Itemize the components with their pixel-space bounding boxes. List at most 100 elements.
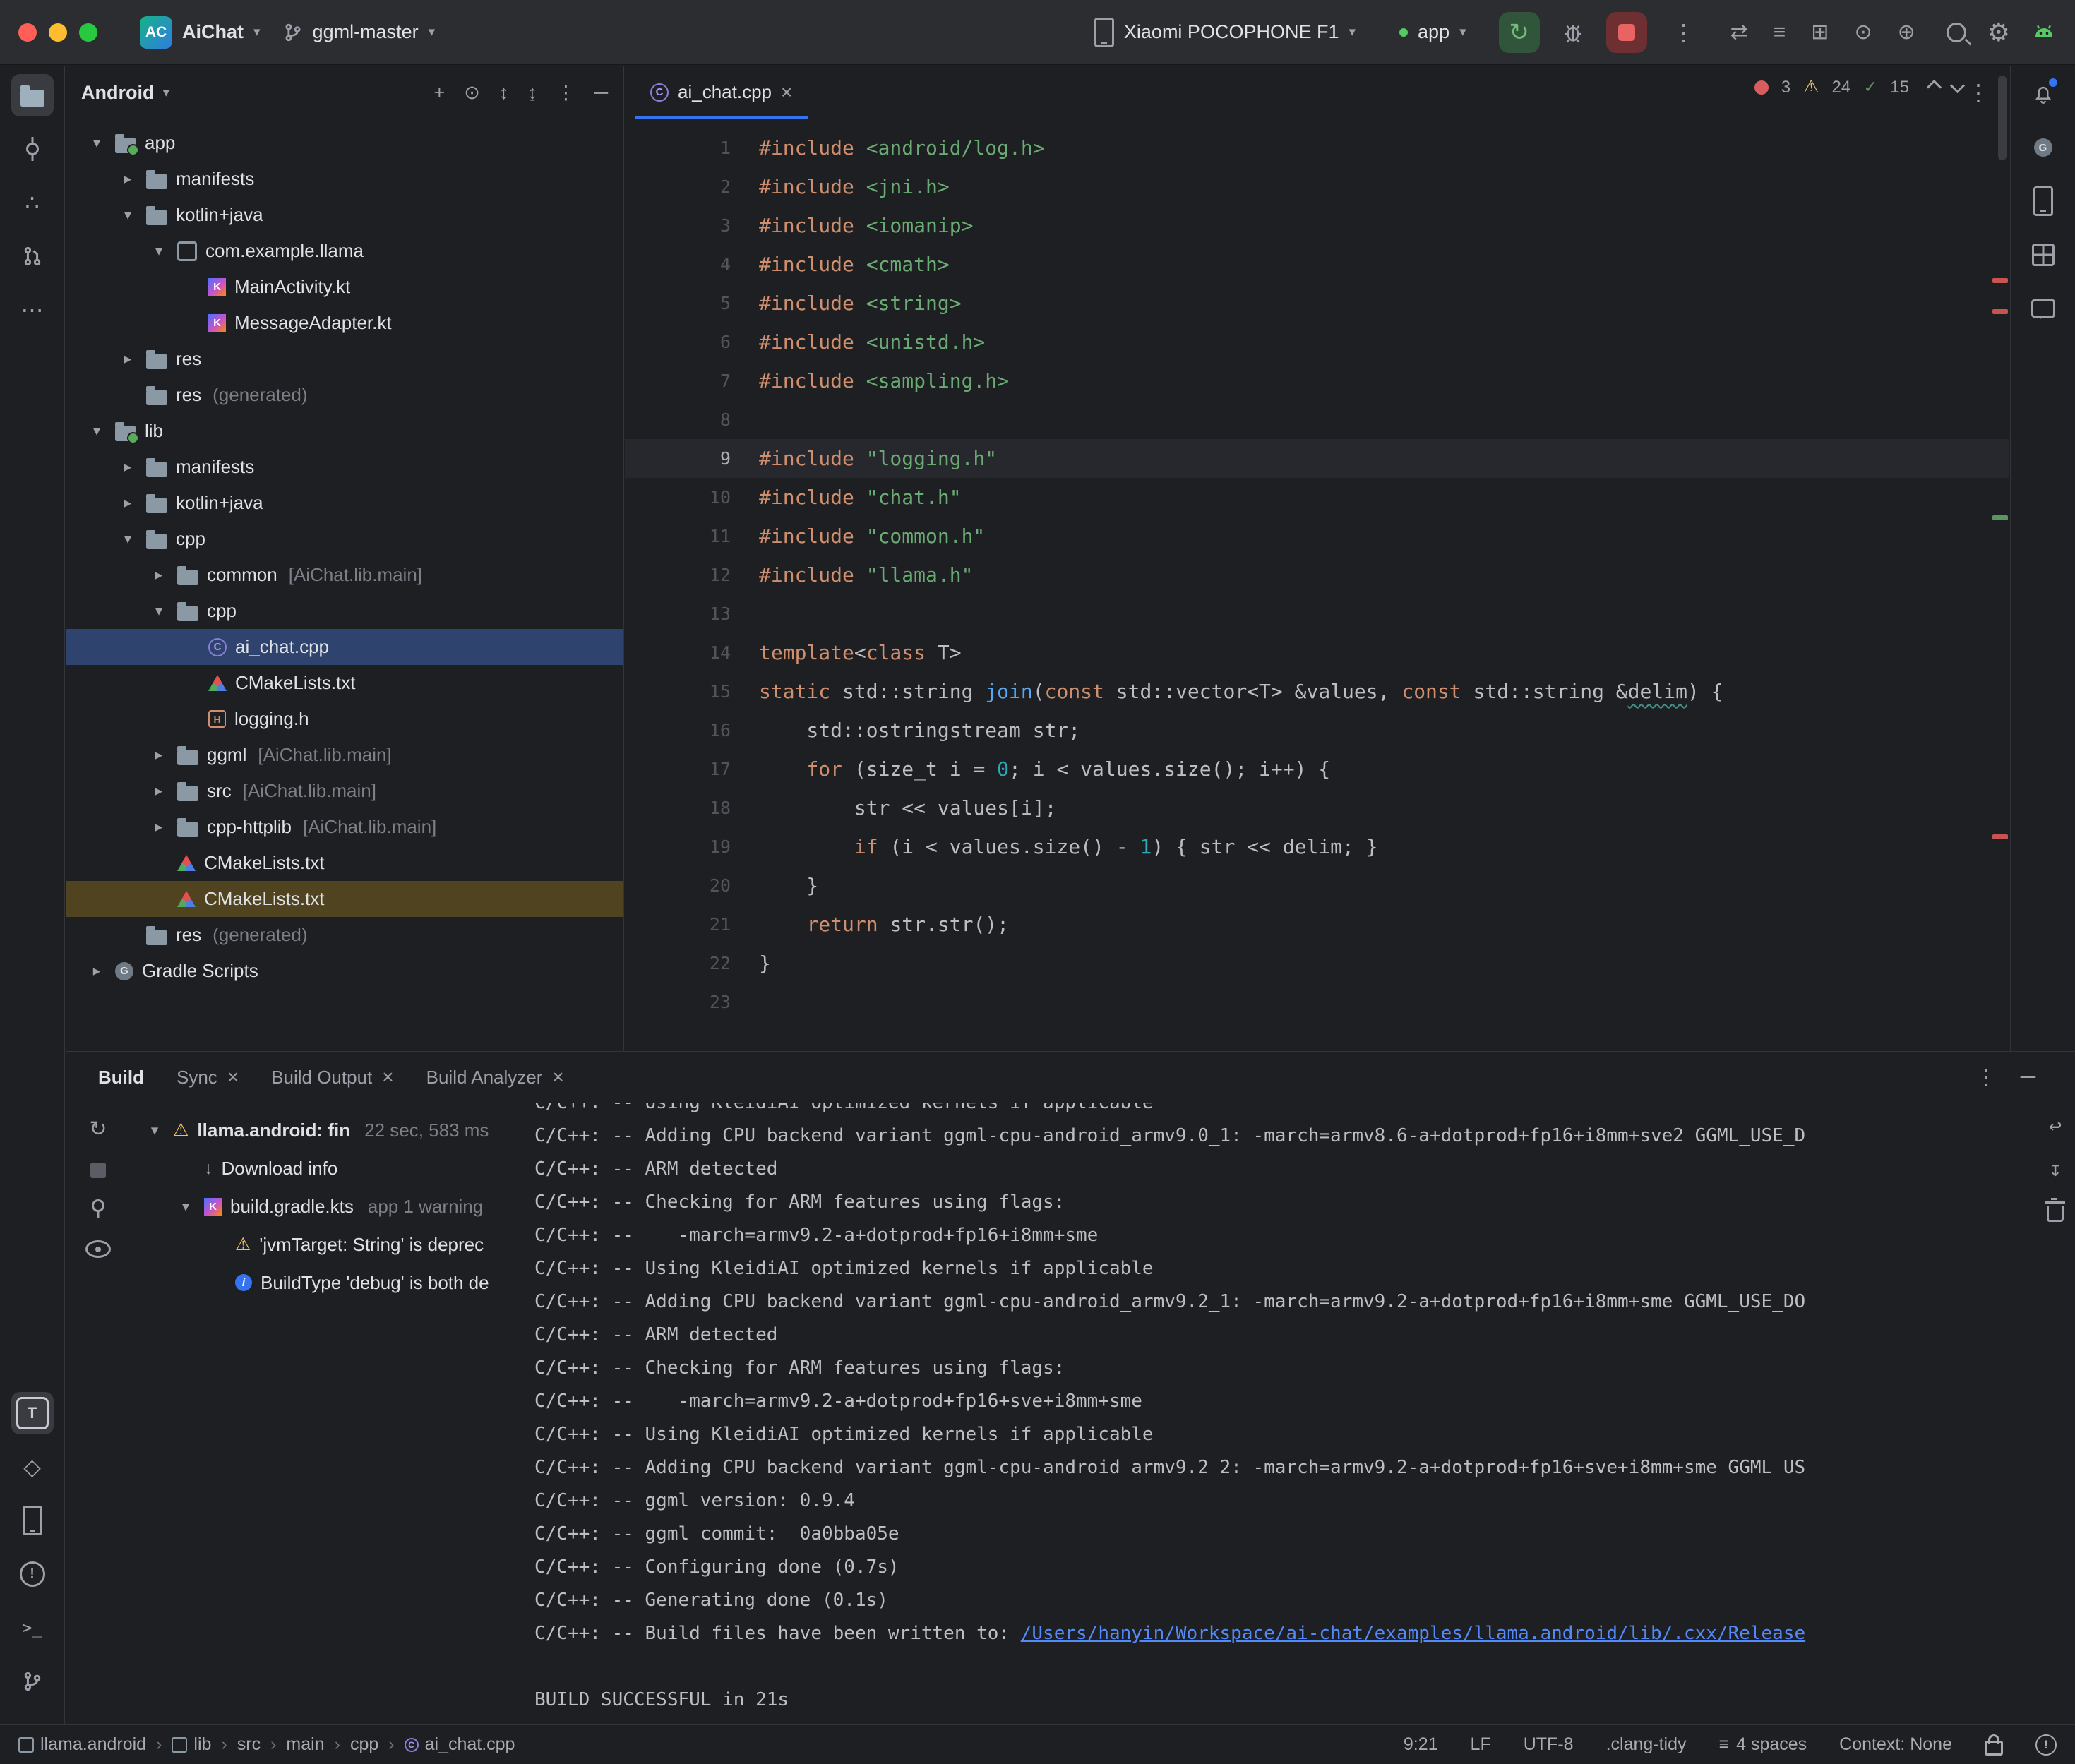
gradle-tool-button[interactable]	[2022, 126, 2064, 169]
structure-tool-button[interactable]: ∴	[11, 181, 54, 224]
panel-options-kebab[interactable]: ⋮	[556, 82, 575, 104]
lock-icon[interactable]	[1985, 1741, 2003, 1756]
build-tab-build[interactable]: Build	[84, 1060, 158, 1096]
build-tree-item[interactable]: ↓Download info	[131, 1149, 526, 1187]
rerun-build-button[interactable]: ↻	[89, 1117, 107, 1141]
project-view-selector[interactable]: Android	[81, 82, 154, 104]
code-area[interactable]: 1#include <android/log.h>2#include <jni.…	[625, 120, 2009, 1051]
filter-view-button[interactable]	[85, 1240, 111, 1258]
editor-options-kebab[interactable]: ⋮	[1967, 79, 1999, 106]
soft-wrap-button[interactable]: ↩	[2049, 1114, 2062, 1139]
change-stripe-mark[interactable]	[1992, 515, 2008, 520]
breadcrumb-item[interactable]: main	[286, 1734, 324, 1755]
branch-widget[interactable]: ggml-master ▾	[272, 16, 447, 49]
build-variants-tool-button[interactable]: ◇	[11, 1446, 54, 1488]
layout-inspector-tool-button[interactable]	[2022, 234, 2064, 276]
build-path-link[interactable]: /Users/hanyin/Workspace/ai-chat/examples…	[1021, 1623, 1805, 1644]
search-everywhere-icon[interactable]	[1947, 23, 1966, 42]
previous-issue-chevron[interactable]	[1927, 80, 1942, 95]
device-manager-tool-button[interactable]	[2022, 180, 2064, 222]
clear-console-button[interactable]	[2047, 1206, 2064, 1222]
chevron-right-icon[interactable]: ▸	[118, 170, 138, 188]
chevron-down-icon[interactable]: ▾	[145, 1122, 165, 1139]
commit-tool-button[interactable]	[11, 128, 54, 170]
indent-indicator[interactable]: ≡ 4 spaces	[1719, 1734, 1807, 1755]
project-tree-item[interactable]: ▸common[AiChat.lib.main]	[66, 557, 623, 593]
build-tree-item[interactable]: ⚠'jvmTarget: String' is deprec	[131, 1225, 526, 1264]
terminal-tool-button[interactable]: >_	[11, 1607, 54, 1649]
chevron-down-icon[interactable]: ▾	[149, 602, 169, 620]
file-encoding[interactable]: UTF-8	[1524, 1734, 1574, 1755]
chevron-down-icon[interactable]: ▾	[118, 206, 138, 224]
chevron-right-icon[interactable]: ▸	[87, 962, 107, 980]
close-window-button[interactable]	[18, 23, 37, 42]
close-tab-icon[interactable]: ×	[781, 81, 792, 104]
close-tab-icon[interactable]: ×	[227, 1066, 239, 1088]
add-button[interactable]: +	[433, 82, 445, 104]
chevron-right-icon[interactable]: ▸	[149, 818, 169, 836]
project-tree-item[interactable]: ▸src[AiChat.lib.main]	[66, 773, 623, 809]
collapse-all-button[interactable]: ↨	[527, 82, 537, 104]
more-tool-windows-button[interactable]: ⋯	[11, 289, 54, 331]
minimize-window-button[interactable]	[49, 23, 67, 42]
rerun-app-button[interactable]: ↻	[1499, 12, 1540, 53]
chevron-down-icon[interactable]: ▾	[176, 1198, 196, 1216]
context-indicator[interactable]: Context: None	[1839, 1734, 1952, 1755]
plugins-icon[interactable]: ⊕	[1898, 20, 1915, 44]
error-stripe-mark[interactable]	[1992, 278, 2008, 283]
project-tree-item[interactable]: logging.h	[66, 701, 623, 737]
chevron-right-icon[interactable]: ▸	[118, 350, 138, 368]
chevron-down-icon[interactable]: ▾	[118, 530, 138, 548]
build-console[interactable]: C/C++: -- Using KleidiAI optimized kerne…	[526, 1103, 2075, 1724]
project-tree-item[interactable]: ▾cpp	[66, 593, 623, 629]
project-tree-item[interactable]: ▾kotlin+java	[66, 197, 623, 233]
running-devices-tool-button[interactable]	[11, 1499, 54, 1542]
project-tree-item[interactable]: res(generated)	[66, 917, 623, 953]
chevron-right-icon[interactable]: ▸	[149, 746, 169, 764]
sync-project-icon[interactable]: ⇄	[1730, 20, 1748, 44]
project-tree-item[interactable]: CMakeLists.txt	[66, 665, 623, 701]
pin-tab-button[interactable]	[92, 1199, 104, 1212]
project-tree-item[interactable]: ▸ggml[AiChat.lib.main]	[66, 737, 623, 773]
stop-build-button[interactable]	[90, 1163, 106, 1178]
stop-app-button[interactable]	[1606, 12, 1647, 53]
project-tree-item[interactable]: ▸res	[66, 341, 623, 377]
build-options-kebab[interactable]: ⋮	[1975, 1065, 1997, 1090]
breadcrumb-item[interactable]: lib	[172, 1734, 211, 1755]
ai-assistant-tool-button[interactable]	[2022, 287, 2064, 330]
project-tree-item[interactable]: res(generated)	[66, 377, 623, 413]
project-tree-item[interactable]: ▾app	[66, 125, 623, 161]
run-configuration-selector[interactable]: app ▾	[1388, 16, 1478, 49]
debug-button[interactable]	[1561, 20, 1585, 44]
chevron-right-icon[interactable]: ▸	[149, 566, 169, 584]
project-tree-item[interactable]: ▸kotlin+java	[66, 485, 623, 521]
chevron-right-icon[interactable]: ▸	[149, 782, 169, 800]
chevron-down-icon[interactable]: ▾	[87, 422, 107, 440]
chevron-down-icon[interactable]: ▾	[87, 134, 107, 152]
info-circle-icon[interactable]: !	[2035, 1734, 2057, 1756]
breadcrumb-item[interactable]: src	[237, 1734, 261, 1755]
android-avatar-icon[interactable]	[2031, 20, 2057, 45]
build-tab-build-output[interactable]: Build Output×	[257, 1059, 407, 1096]
settings-gear-icon[interactable]: ⚙	[1987, 18, 2010, 47]
breadcrumb-item[interactable]: ai_chat.cpp	[405, 1734, 515, 1755]
project-tree-item[interactable]: ▸cpp-httplib[AiChat.lib.main]	[66, 809, 623, 845]
hide-panel-button[interactable]: ─	[594, 82, 608, 104]
project-tree-item[interactable]: CMakeLists.txt	[66, 881, 623, 917]
pull-requests-tool-button[interactable]	[11, 235, 54, 277]
project-tree-item[interactable]: ▸Gradle Scripts	[66, 953, 623, 989]
todo-tool-button[interactable]: T	[11, 1392, 54, 1434]
build-tree-item[interactable]: ▾⚠llama.android: fin22 sec, 583 ms	[131, 1111, 526, 1149]
chevron-right-icon[interactable]: ▸	[118, 494, 138, 512]
editor-scrollbar-thumb[interactable]	[1998, 76, 2007, 160]
clang-tidy-indicator[interactable]: .clang-tidy	[1606, 1734, 1687, 1755]
error-stripe-mark[interactable]	[1992, 309, 2008, 314]
close-tab-icon[interactable]: ×	[552, 1066, 563, 1088]
notifications-button[interactable]	[2022, 73, 2064, 115]
project-tree-item[interactable]: ▾lib	[66, 413, 623, 449]
scroll-to-end-button[interactable]: ↧	[2049, 1157, 2062, 1182]
build-tree-item[interactable]: ▾build.gradle.ktsapp 1 warning	[131, 1187, 526, 1225]
editor-tab-ai-chat-cpp[interactable]: ai_chat.cpp ×	[635, 66, 808, 119]
problems-tool-button[interactable]: !	[11, 1553, 54, 1595]
hide-build-panel-button[interactable]: ─	[2021, 1065, 2035, 1089]
